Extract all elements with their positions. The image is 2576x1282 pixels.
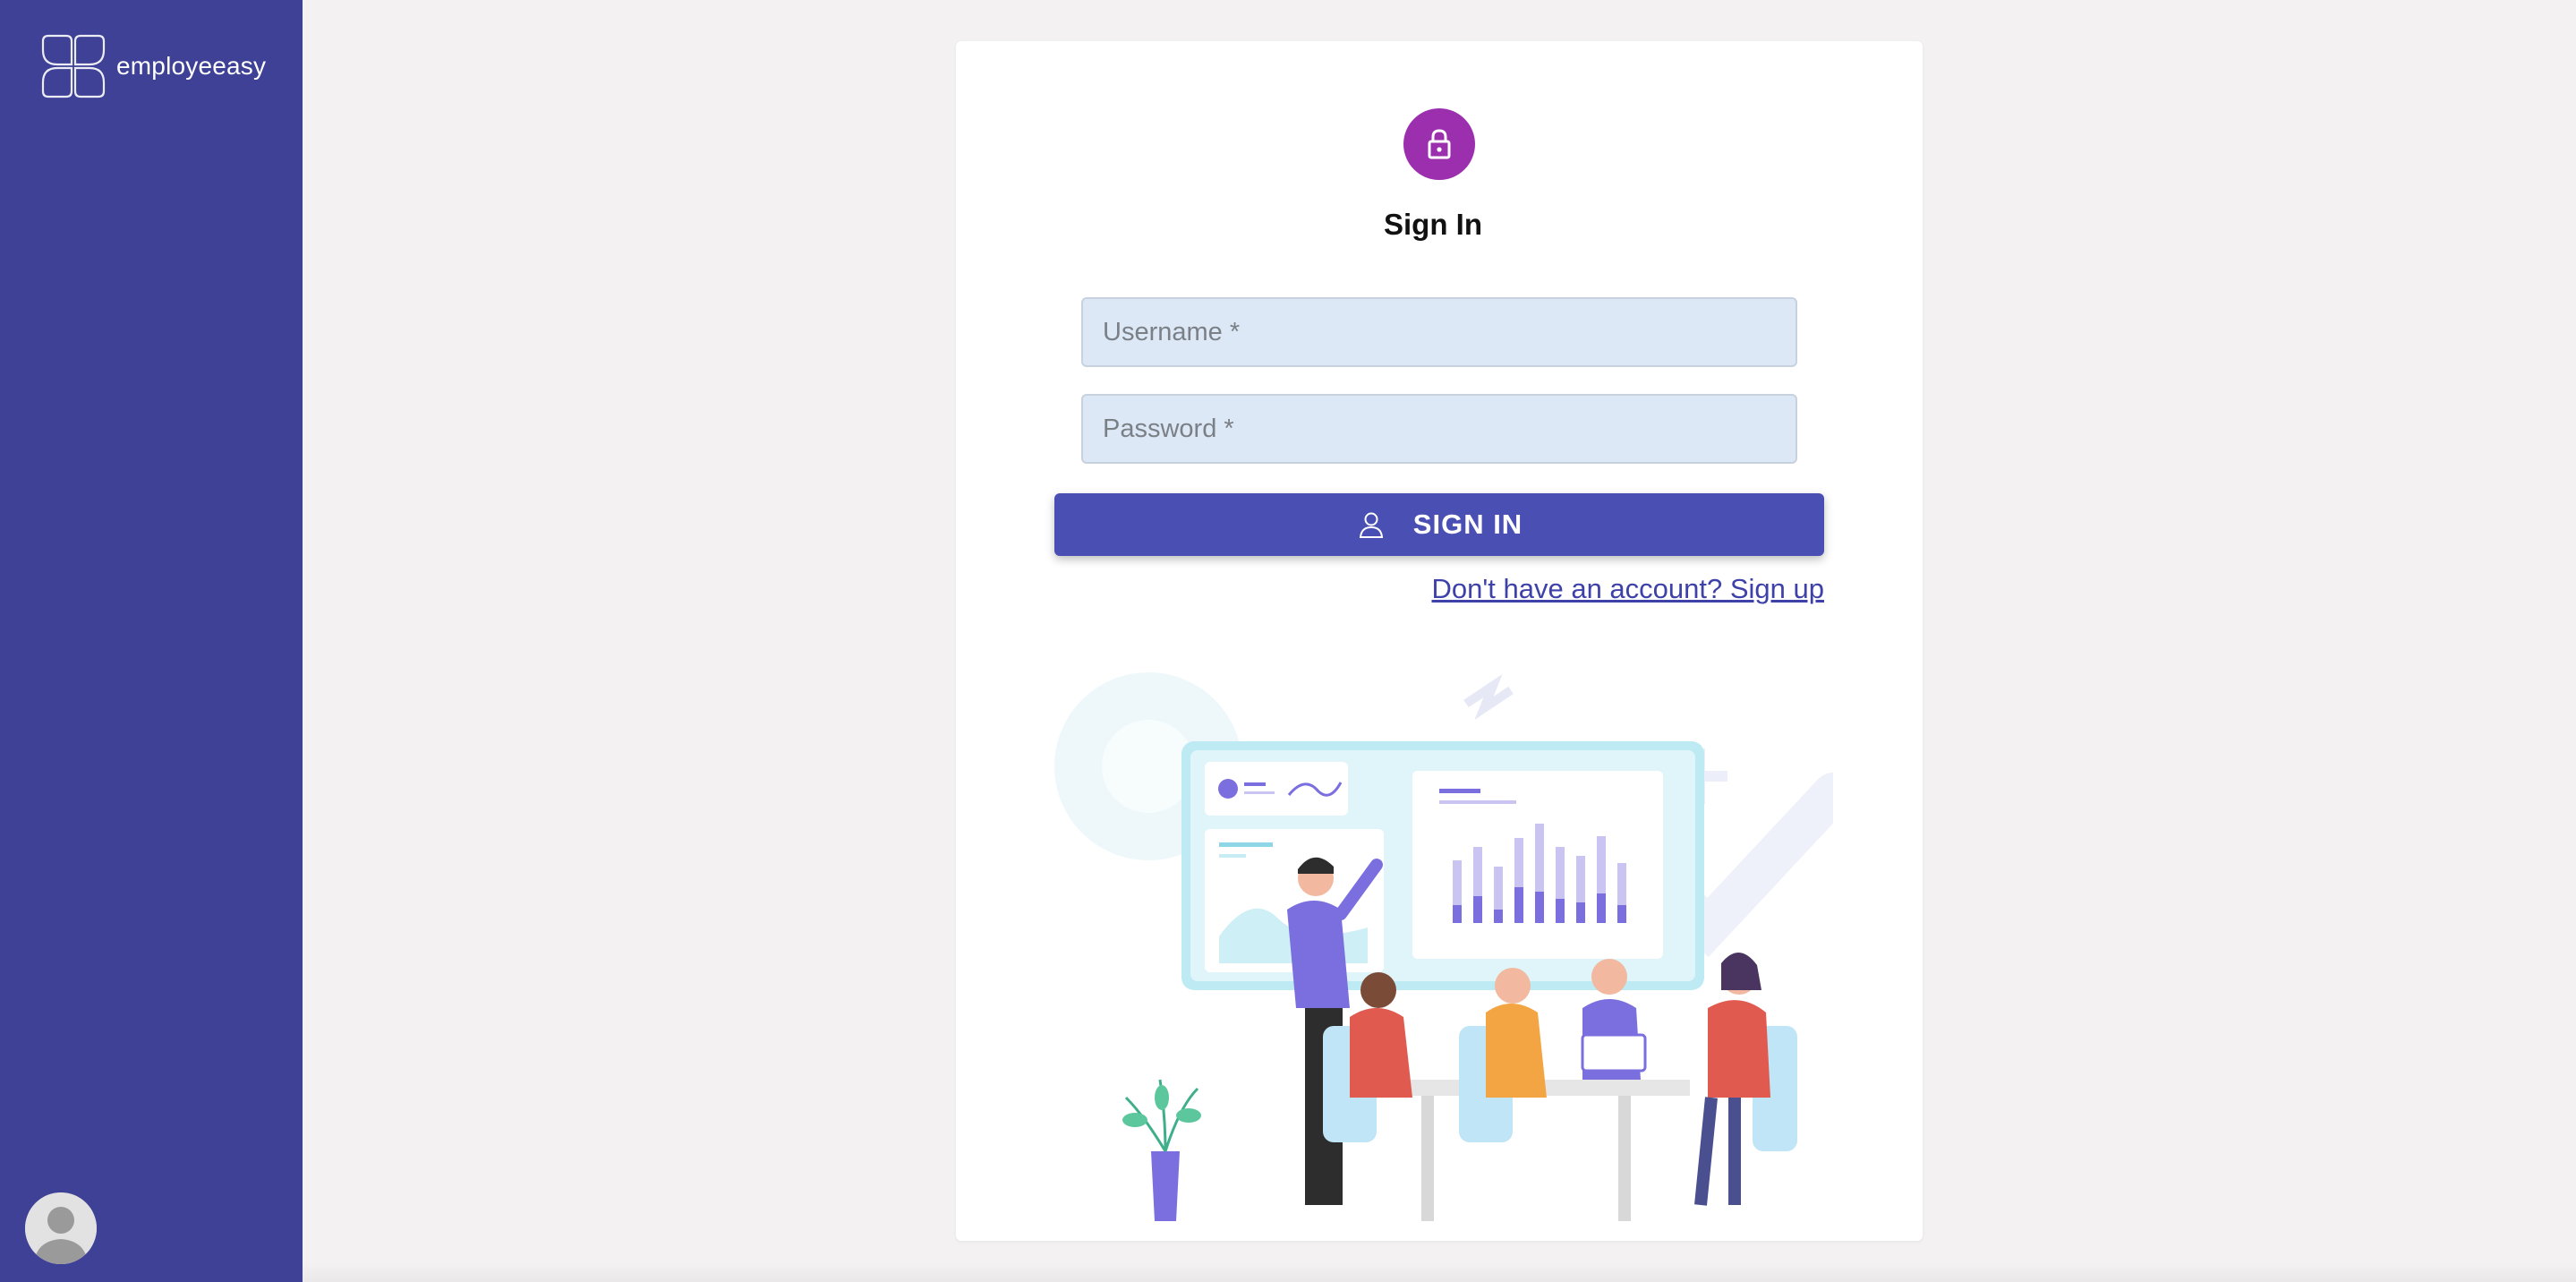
brand-name: employeeasy [116,52,267,80]
lock-icon [1428,129,1451,159]
sign-in-button[interactable]: SIGN IN [1054,493,1824,556]
sign-in-label: SIGN IN [1412,509,1523,540]
password-input[interactable] [1081,394,1797,464]
signin-card: Sign In SIGN IN Don't have an account? S… [956,41,1923,1241]
bottom-shade [303,1262,2576,1282]
person-icon [1359,512,1383,538]
lock-badge [1403,108,1475,180]
username-input[interactable] [1081,297,1797,367]
page-title: Sign In [1384,208,1482,241]
brand[interactable]: employeeasy [41,34,266,98]
petal-logo-icon [41,34,106,98]
user-avatar-icon[interactable] [25,1192,97,1264]
sign-up-link[interactable]: Don't have an account? Sign up [1431,573,1824,605]
sidebar: employeeasy [0,0,303,1282]
team-meeting-illustration [1054,672,1833,1221]
